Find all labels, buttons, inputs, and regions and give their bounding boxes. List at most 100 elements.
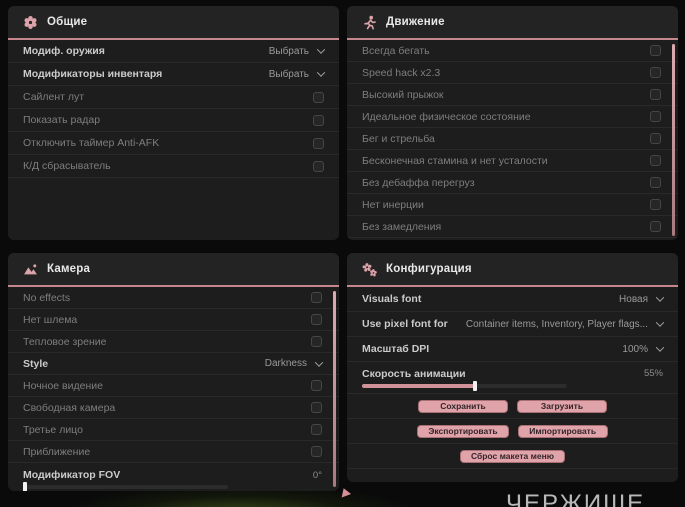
chevron-down-icon xyxy=(316,45,326,54)
checkbox[interactable] xyxy=(311,446,322,457)
dropdown-value: 100% xyxy=(622,343,648,355)
dropdown[interactable]: Darkness xyxy=(265,357,324,369)
row-label: Модификатор FOV xyxy=(23,469,121,481)
checkbox[interactable] xyxy=(311,336,322,347)
import-button[interactable]: Импортировать xyxy=(517,424,608,438)
checkbox[interactable] xyxy=(313,137,324,149)
row-label: Ночное видение xyxy=(23,379,103,392)
row-label: Нет шлема xyxy=(23,313,78,326)
panel-title: Конфигурация xyxy=(386,263,472,275)
row-checkbox: Speed hack x2.3 xyxy=(347,62,678,84)
row-label: К/Д сбрасыватель xyxy=(23,160,111,172)
checkbox[interactable] xyxy=(311,380,322,391)
chevron-down-icon xyxy=(655,293,665,302)
slider-handle[interactable] xyxy=(472,380,477,391)
button-row: Сохранить Загрузить xyxy=(347,394,678,419)
chevron-down-icon xyxy=(655,343,665,352)
checkbox[interactable] xyxy=(650,155,661,166)
row-checkbox: Тепловое зрение xyxy=(8,331,339,353)
row-label: Модиф. оружия xyxy=(23,45,105,57)
chevron-down-icon xyxy=(316,68,326,77)
dropdown[interactable]: 100% xyxy=(622,343,665,355)
export-button[interactable]: Экспортировать xyxy=(417,424,509,438)
row-label: Модификаторы инвентаря xyxy=(23,68,163,80)
checkbox[interactable] xyxy=(650,133,661,144)
load-button[interactable]: Загрузить xyxy=(517,399,607,413)
checkbox[interactable] xyxy=(650,199,661,210)
row-checkbox: Всегда бегать xyxy=(347,40,678,62)
row-label: Бесконечная стамина и нет усталости xyxy=(362,154,548,167)
checkbox[interactable] xyxy=(313,114,324,126)
slider-track[interactable] xyxy=(362,380,567,391)
game-screen: ЧЕРЖИШЕ Общие Модиф. оружия Выбрать Модифи… xyxy=(0,0,685,507)
row-checkbox: Бег и стрельба xyxy=(347,128,678,150)
dropdown-value: Новая xyxy=(619,293,648,305)
row-dropdown: Style Darkness xyxy=(8,353,339,375)
row-checkbox: Отключить таймер Anti-AFK xyxy=(8,132,339,155)
checkbox[interactable] xyxy=(650,89,661,100)
row-dropdown: Масштаб DPI 100% xyxy=(347,337,678,362)
checkbox[interactable] xyxy=(311,292,322,303)
row-label: Идеальное физическое состояние xyxy=(362,110,531,123)
reset-menu-layout-button[interactable]: Сброс макета меню xyxy=(459,449,566,463)
row-label: Бег и стрельба xyxy=(362,132,435,145)
dropdown-value: Выбрать xyxy=(268,68,309,80)
row-label: Свободная камера xyxy=(23,401,116,414)
slider-value: 0° xyxy=(312,469,322,481)
row-label: Высокий прыжок xyxy=(362,88,444,101)
row-label: Отключить таймер Anti-AFK xyxy=(23,137,160,149)
panel-movement-header: Движение xyxy=(347,6,678,40)
slider-track[interactable] xyxy=(23,482,228,491)
dropdown[interactable]: Выбрать xyxy=(269,45,326,57)
checkbox[interactable] xyxy=(650,221,661,232)
dropdown[interactable]: Container items, Inventory, Player flags… xyxy=(465,318,665,330)
game-watermark-text: ЧЕРЖИШЕ xyxy=(506,490,646,507)
row-label: Visuals font xyxy=(362,293,422,305)
button-row: Экспортировать Импортировать xyxy=(347,419,678,444)
dropdown-value: Container items, Inventory, Player flags… xyxy=(465,318,648,330)
dropdown[interactable]: Выбрать xyxy=(268,68,326,80)
dropdown[interactable]: Новая xyxy=(619,293,665,305)
gear-icon xyxy=(23,15,38,30)
panel-config: Конфигурация Visuals font Новая Use pixel … xyxy=(347,253,678,482)
chevron-down-icon xyxy=(655,318,665,327)
row-checkbox: Бесконечная стамина и нет усталости xyxy=(347,150,678,172)
row-label: Style xyxy=(23,357,49,370)
row-label: Всегда бегать xyxy=(362,44,430,57)
panel-config-header: Конфигурация xyxy=(347,253,678,287)
row-checkbox: Без замедления xyxy=(347,216,678,238)
checkbox[interactable] xyxy=(311,402,322,413)
row-label: Приближение xyxy=(23,445,91,458)
row-dropdown: Use pixel font for Container items, Inven… xyxy=(347,312,678,337)
panel-camera: Камера No effects Нет шлема Тепловое зрени… xyxy=(8,253,339,491)
button-row: Сброс макета меню xyxy=(347,444,678,469)
row-label: Сайлент лут xyxy=(23,91,85,103)
chevron-down-icon xyxy=(314,357,324,367)
checkbox[interactable] xyxy=(650,45,661,56)
panel-title: Камера xyxy=(47,263,91,275)
checkbox[interactable] xyxy=(311,314,322,325)
row-checkbox: Без дебаффа перегруз xyxy=(347,172,678,194)
checkbox[interactable] xyxy=(650,67,661,78)
checkbox[interactable] xyxy=(650,177,661,188)
row-label: Третье лицо xyxy=(23,423,83,436)
slider-value: 55% xyxy=(643,368,663,379)
row-dropdown: Модификаторы инвентаря Выбрать xyxy=(8,63,339,86)
checkbox[interactable] xyxy=(311,424,322,435)
row-checkbox: Сайлент лут xyxy=(8,86,339,109)
save-button[interactable]: Сохранить xyxy=(418,399,508,413)
row-checkbox: Нет инерции xyxy=(347,194,678,216)
row-label: Нет инерции xyxy=(362,198,424,211)
checkbox[interactable] xyxy=(650,111,661,122)
row-dropdown: Модиф. оружия Выбрать xyxy=(8,40,339,63)
slider-handle[interactable] xyxy=(23,482,27,491)
row-label: Скорость анимации xyxy=(362,367,466,380)
runner-icon xyxy=(362,15,377,30)
image-icon xyxy=(23,262,38,277)
checkbox[interactable] xyxy=(313,160,324,172)
scrollbar[interactable] xyxy=(672,44,675,236)
panel-title: Движение xyxy=(386,16,445,28)
row-dropdown: Visuals font Новая xyxy=(347,287,678,312)
checkbox[interactable] xyxy=(313,91,324,103)
scrollbar[interactable] xyxy=(333,291,336,487)
